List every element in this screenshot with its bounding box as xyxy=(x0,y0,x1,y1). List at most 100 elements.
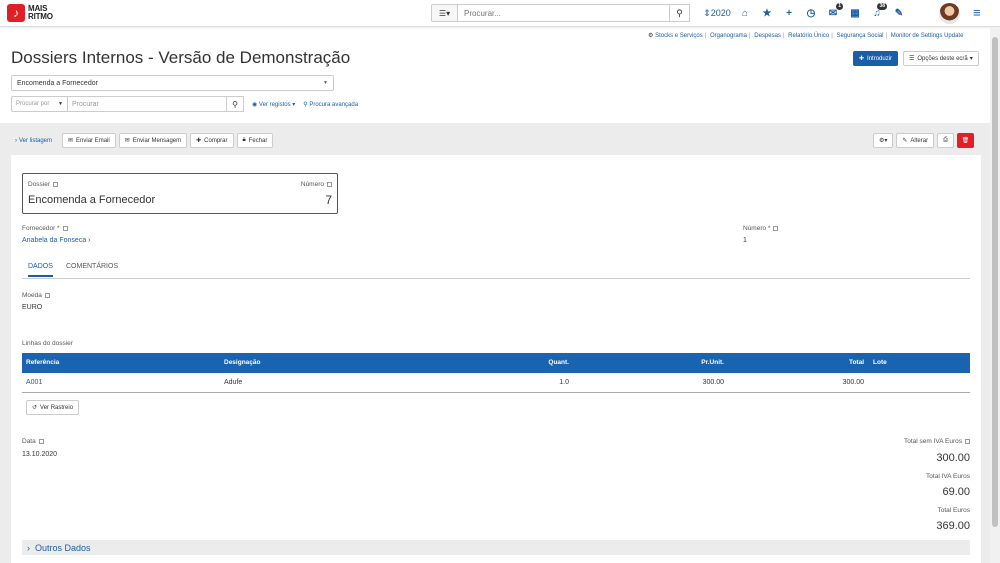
plus-icon[interactable]: + xyxy=(778,5,800,21)
clock-icon[interactable]: ◷ xyxy=(800,5,822,21)
app-logo[interactable]: ♪ MAIS RITMO xyxy=(7,4,53,22)
link-despesas[interactable]: Despesas xyxy=(754,33,781,39)
delete-button[interactable]: 🗑︎ xyxy=(956,133,974,148)
procurar-button[interactable]: ⚲ xyxy=(227,96,244,112)
comprar-button[interactable]: ✚ Comprar xyxy=(190,133,234,148)
col-prunit: Pr.Unit. xyxy=(701,359,724,366)
plus-icon: ✚ xyxy=(859,56,865,62)
avatar[interactable] xyxy=(939,3,960,24)
introduzir-button[interactable]: ✚ Introduzir xyxy=(853,51,899,66)
col-total: Total xyxy=(848,359,864,366)
opcoes-label: Opções deste ecrã xyxy=(917,55,968,62)
chevron-right-icon: › xyxy=(88,237,91,244)
info-icon xyxy=(53,181,59,187)
link-relatorio[interactable]: Relatório Único xyxy=(788,33,829,39)
print-button[interactable]: ⎙ xyxy=(937,133,954,148)
message-icon: ✉ xyxy=(124,138,130,144)
introduzir-label: Introduzir xyxy=(867,55,893,62)
procurar-por-select[interactable]: Procurar por ▼ xyxy=(11,96,68,112)
row-designacao: Adufe xyxy=(224,379,243,386)
trash-icon: 🗑︎ xyxy=(961,138,970,144)
info-icon xyxy=(44,292,50,298)
more-options-button[interactable]: ⚙▾ xyxy=(873,133,894,148)
ver-rastreio-label: Ver Rastreio xyxy=(40,404,74,411)
fechar-button[interactable]: 🔒︎ Fechar xyxy=(236,133,274,148)
list-icon: ☰▾ xyxy=(438,8,451,18)
ver-listagem-link[interactable]: › Ver listagem xyxy=(11,133,56,148)
page-scrollbar[interactable] xyxy=(990,27,1000,563)
row-total: 300.00 xyxy=(842,379,864,386)
total-value: 369.00 xyxy=(936,520,970,532)
doc-type-select[interactable]: Encomenda a Fornecedor ▼ xyxy=(11,75,334,91)
enviar-email-label: Enviar Email xyxy=(76,137,110,144)
tabs: DADOS COMENTÁRIOS xyxy=(22,259,970,279)
list-menu-button[interactable]: ☰▾ xyxy=(431,4,458,22)
gear-icon: ⚙▾ xyxy=(879,138,888,144)
info-icon xyxy=(965,438,970,444)
search-icon: ⚲ xyxy=(676,7,683,18)
print-icon: ⎙ xyxy=(943,137,948,143)
bell-icon[interactable]: ♫ 38 xyxy=(866,3,888,21)
data-value: 13.10.2020 xyxy=(22,451,58,458)
wrench-icon[interactable]: ✎ xyxy=(888,5,910,21)
ver-listagem-label: Ver listagem xyxy=(19,137,53,144)
ver-rastreio-button[interactable]: ↺ Ver Rastreio xyxy=(26,400,80,415)
numero-label: Número xyxy=(300,181,324,188)
moeda-label: Moeda xyxy=(22,292,42,299)
global-search-button[interactable]: ⚲ xyxy=(670,4,690,22)
tab-dados[interactable]: DADOS xyxy=(28,263,53,277)
linhas-label: Linhas do dossier xyxy=(22,340,73,347)
chat-icon[interactable]: ✉ 1 xyxy=(822,3,844,21)
numero2-value: 1 xyxy=(743,237,747,244)
record-search: Procurar por ▼ Procurar ⚲ ◉ Ver registos … xyxy=(11,96,358,112)
procura-avancada-link[interactable]: ⚲ Procura avançada xyxy=(303,101,358,108)
record-toolbar: › Ver listagem ✉ Enviar Email ✉ Enviar Men… xyxy=(11,133,276,148)
calendar-icon[interactable]: ▦ xyxy=(844,5,866,21)
numero2-label: Número * xyxy=(743,225,771,232)
lock-icon: 🔒︎ xyxy=(242,137,246,143)
dossier-value: Encomenda a Fornecedor xyxy=(28,194,156,206)
link-seguranca[interactable]: Segurança Social xyxy=(836,33,883,39)
info-icon xyxy=(327,181,332,187)
alterar-button[interactable]: ✎ Alterar xyxy=(896,133,935,148)
dossier-summary: Dossier Número Encomenda a Fornecedor 7 xyxy=(22,173,338,214)
enviar-email-button[interactable]: ✉ Enviar Email xyxy=(62,133,116,148)
procurar-por-label: Procurar por xyxy=(16,101,50,107)
opcoes-button[interactable]: ☰ Opções deste ecrã ▾ xyxy=(903,51,979,66)
col-lote: Lote xyxy=(873,359,887,366)
procurar-placeholder: Procurar xyxy=(72,100,99,108)
menu-icon[interactable]: ≡ xyxy=(973,6,987,20)
link-organograma[interactable]: Organograma xyxy=(710,33,747,39)
list-icon: ☰ xyxy=(909,56,915,62)
row-quant: 1.0 xyxy=(559,379,569,386)
caret-down-icon: ▾ xyxy=(969,56,973,62)
top-icons: ⇕ 2020 ⌂ ★ + ◷ ✉ 1 ▦ ♫ 38 ✎ xyxy=(700,3,910,21)
year-label: 2020 xyxy=(710,8,731,18)
ver-registos-label: Ver registos xyxy=(258,101,291,108)
procurar-input[interactable]: Procurar xyxy=(68,96,227,112)
row-referencia-link[interactable]: A001 xyxy=(26,379,42,386)
tab-comentarios[interactable]: COMENTÁRIOS xyxy=(66,263,118,270)
fornecedor-link[interactable]: Anabela da Fonseca › xyxy=(22,237,91,244)
lines-table: Referência Designação Quant. Pr.Unit. To… xyxy=(22,353,970,393)
scrollbar-thumb[interactable] xyxy=(992,37,998,527)
fornecedor-label: Fornecedor * xyxy=(22,225,60,232)
global-search-input[interactable] xyxy=(458,4,670,22)
star-icon[interactable]: ★ xyxy=(756,5,778,21)
outros-dados-section[interactable]: › Outros Dados xyxy=(22,540,970,555)
link-monitor[interactable]: Monitor de Settings Update xyxy=(891,33,964,39)
info-icon xyxy=(773,225,779,231)
chat-badge: 1 xyxy=(836,3,843,10)
year-selector[interactable]: ⇕ 2020 xyxy=(700,5,734,21)
info-icon xyxy=(38,438,44,444)
ver-registos-link[interactable]: ◉ Ver registos ▾ xyxy=(252,101,295,108)
col-referencia: Referência xyxy=(26,359,60,366)
link-stocks[interactable]: Stocks e Serviços xyxy=(655,33,703,39)
enviar-mensagem-button[interactable]: ✉ Enviar Mensagem xyxy=(118,133,188,148)
table-header: Referência Designação Quant. Pr.Unit. To… xyxy=(22,353,970,373)
doc-type-value: Encomenda a Fornecedor xyxy=(17,79,98,87)
row-prunit: 300.00 xyxy=(702,379,724,386)
home-icon[interactable]: ⌂ xyxy=(734,5,756,21)
bell-badge: 38 xyxy=(877,3,887,10)
top-navbar: ♪ MAIS RITMO ☰▾ ⚲ ⇕2020 ⌂ ★ + ◷ ✉1 ▦ ♫38… xyxy=(0,0,1000,27)
